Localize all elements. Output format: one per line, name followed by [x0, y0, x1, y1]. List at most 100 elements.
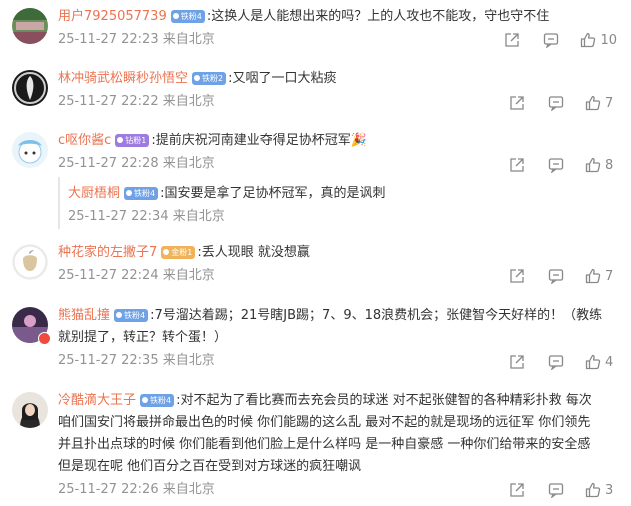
comment-actions: 8: [509, 155, 617, 175]
like-button[interactable]: 10: [580, 32, 617, 48]
username[interactable]: 种花家的左撇子7: [58, 245, 157, 260]
avatar-image: [12, 132, 48, 168]
comment-button[interactable]: [548, 157, 564, 173]
comment-icon: [548, 483, 564, 498]
verified-badge: [38, 332, 51, 345]
comment-body: 熊猫乱撞 铁粉4 :7号溜达着踢；21号瞎JB踢；7、9、18浪费机会；张健智今天好…: [58, 305, 613, 349]
comment-text-line: 并且扑出点球的时候 你们能看到他们脸上是什么样吗 是一种自豪感 一种你们给带来的…: [58, 437, 591, 452]
like-button[interactable]: 3: [585, 482, 617, 498]
avatar-image: [12, 392, 48, 428]
badge-label: 铁粉4: [180, 12, 202, 21]
avatar[interactable]: [12, 8, 48, 44]
badge-dot-icon: [172, 13, 179, 19]
avatar[interactable]: [12, 392, 48, 428]
reply-body: 大厨梧桐 铁粉4 :国安要是拿了足协杯冠军，真的是讽刺: [68, 183, 386, 205]
badge-dot-icon: [117, 137, 124, 143]
badge-dot-icon: [194, 75, 201, 81]
badge-dot-icon: [163, 249, 170, 255]
username[interactable]: 用户7925057739: [58, 9, 167, 24]
comment-meta: 25-11-27 22:28 来自北京: [58, 156, 215, 171]
like-button[interactable]: 8: [585, 157, 617, 173]
comment-button[interactable]: [548, 482, 564, 498]
comment-icon: [548, 355, 564, 370]
share-button[interactable]: [509, 95, 525, 111]
badge-label: 铁粉4: [134, 189, 156, 198]
comment-meta: 25-11-27 22:24 来自北京: [58, 268, 215, 283]
badge-label: 铁粉4: [124, 311, 146, 320]
comment-button[interactable]: [548, 354, 564, 370]
badge-dot-icon: [142, 397, 149, 403]
username[interactable]: c呕你酱c: [58, 133, 111, 148]
like-count: 8: [605, 157, 614, 173]
comment-text: :又咽了一口大粘痰: [228, 71, 337, 86]
comment-icon: [548, 269, 564, 284]
comment-actions: 4: [509, 352, 617, 372]
share-icon: [510, 158, 524, 172]
share-icon: [510, 96, 524, 110]
fan-badge: 铁粉4: [170, 10, 205, 23]
like-count: 7: [605, 268, 614, 284]
comment-text-line: :7号溜达着踢；21号瞎JB踢；7、9、18浪费机会；张健智今天好样的！（教练: [150, 308, 603, 323]
thumbs-up-icon: [585, 95, 601, 111]
share-button[interactable]: [504, 32, 520, 48]
share-button[interactable]: [509, 354, 525, 370]
comment-meta: 25-11-27 22:22 来自北京: [58, 94, 215, 109]
reply-text: :国安要是拿了足协杯冠军，真的是讽刺: [160, 186, 386, 201]
username[interactable]: 冷酷滴大王子: [58, 393, 136, 408]
comment-text-line: 就别提了，转正？转个蛋！）: [58, 330, 228, 345]
comment-body: 冷酷滴大王子 铁粉4 :对不起为了看比赛而去充会员的球迷 对不起张健智的各种精彩扑救…: [58, 390, 613, 478]
like-button[interactable]: 7: [585, 95, 617, 111]
comment-button[interactable]: [548, 95, 564, 111]
fan-badge: 铁粉4: [114, 309, 149, 322]
party-emoji: 🎉: [350, 133, 367, 148]
share-button[interactable]: [509, 482, 525, 498]
thumbs-up-icon: [585, 482, 601, 498]
thumbs-up-icon: [585, 268, 601, 284]
badge-label: 钻粉1: [125, 136, 147, 145]
share-icon: [505, 33, 520, 47]
thumbs-up-icon: [585, 354, 601, 370]
thumbs-up-icon: [581, 32, 596, 48]
fan-badge: 钻粉1: [115, 134, 150, 147]
comment-text: :提前庆祝河南建业夺得足协杯冠军: [151, 133, 351, 148]
username[interactable]: 林冲骑武松瞬秒孙悟空: [58, 71, 188, 86]
like-count: 7: [605, 95, 614, 111]
badge-label: 铁粉4: [150, 396, 172, 405]
avatar-image: [12, 70, 48, 106]
fan-badge: 铁粉4: [124, 187, 159, 200]
comment-actions: 7: [509, 93, 617, 113]
comment-text-line: 但是现在呢 他们百分之百在受到对方球迷的疯狂嘲讽: [58, 459, 362, 474]
comment-button[interactable]: [543, 32, 559, 48]
comment-body: 林冲骑武松瞬秒孙悟空 铁粉2 :又咽了一口大粘痰: [58, 68, 613, 90]
badge-label: 铁粉2: [202, 74, 224, 83]
avatar[interactable]: [12, 132, 48, 168]
comment-body: c呕你酱c 钻粉1 :提前庆祝河南建业夺得足协杯冠军🎉: [58, 130, 613, 152]
comment-meta: 25-11-27 22:23 来自北京: [58, 32, 215, 47]
reply-username[interactable]: 大厨梧桐: [68, 186, 120, 201]
comment-icon: [548, 158, 564, 173]
reply-divider: [58, 177, 60, 229]
like-count: 4: [605, 354, 614, 370]
username[interactable]: 熊猫乱撞: [58, 308, 110, 323]
comment-button[interactable]: [548, 268, 564, 284]
comment-meta: 25-11-27 22:35 来自北京: [58, 353, 215, 368]
comment-actions: 10: [504, 30, 617, 50]
comment-text-line: :对不起为了看比赛而去充会员的球迷 对不起张健智的各种精彩扑救 每次: [176, 393, 592, 408]
share-button[interactable]: [509, 268, 525, 284]
comment-text-line: 咱们国安门将最拼命最出色的时候 你们能踢的这么乱 最对不起的就是现场的远征军 你…: [58, 415, 591, 430]
like-button[interactable]: 7: [585, 268, 617, 284]
comment-meta: 25-11-27 22:26 来自北京: [58, 482, 215, 497]
avatar[interactable]: [12, 70, 48, 106]
comment-body: 种花家的左撇子7 金粉1:丢人现眼 就没想赢: [58, 242, 613, 264]
like-count: 10: [600, 32, 617, 48]
avatar[interactable]: [12, 244, 48, 280]
reply-meta: 25-11-27 22:34 来自北京: [68, 209, 225, 224]
comment-actions: 3: [509, 480, 617, 500]
comment-icon: [544, 33, 559, 48]
share-button[interactable]: [509, 157, 525, 173]
badge-label: 金粉1: [171, 248, 193, 257]
comment-body: 用户7925057739 铁粉4:这换人是人能想出来的吗？上的人攻也不能攻，守也守…: [58, 6, 613, 28]
share-icon: [510, 483, 524, 497]
like-button[interactable]: 4: [585, 354, 617, 370]
avatar-image: [12, 8, 48, 44]
